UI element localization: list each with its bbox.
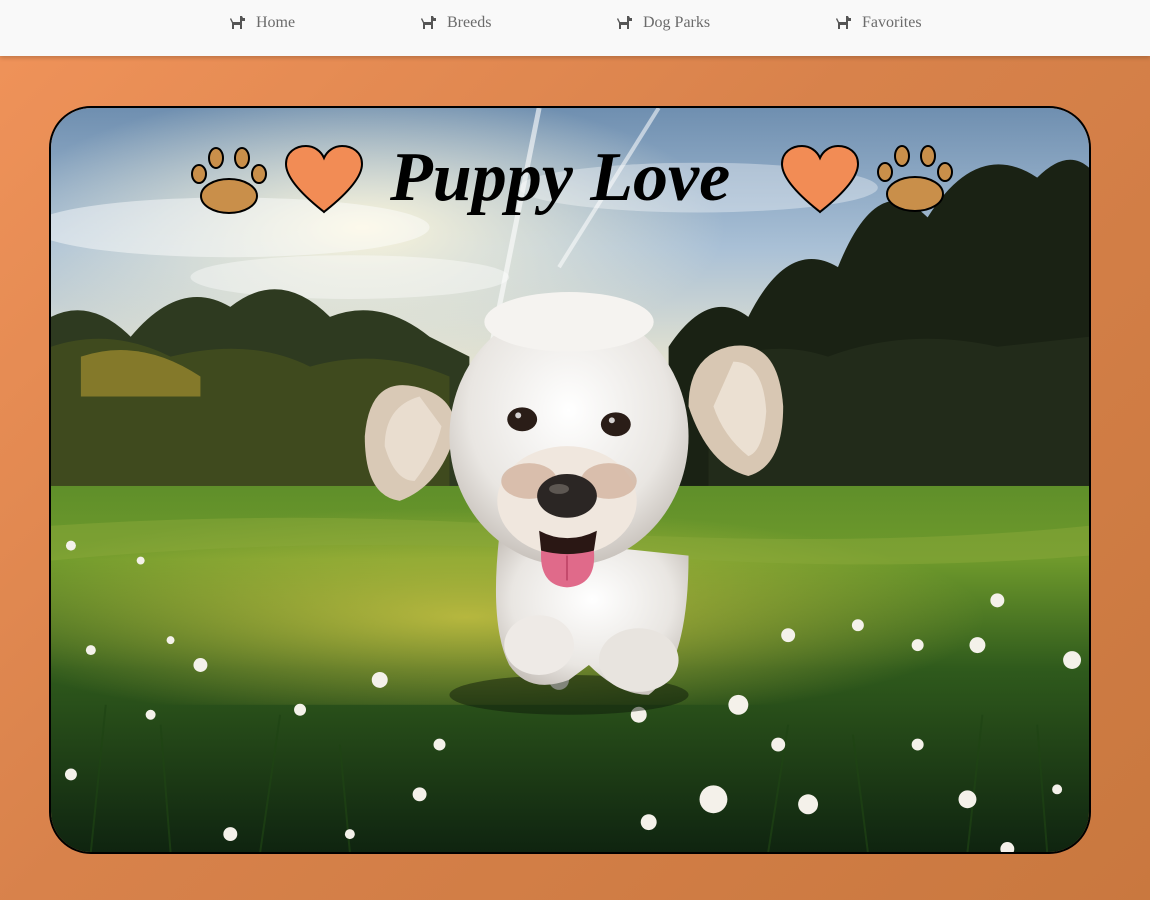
top-navbar: Home Breeds Dog Parks Favorites <box>0 0 1150 56</box>
nav-label-dog-parks: Dog Parks <box>643 14 711 31</box>
heart-icon <box>284 144 364 214</box>
dog-icon <box>836 16 851 29</box>
heart-icon <box>780 144 860 214</box>
dog-icon <box>230 16 245 29</box>
dog-icon <box>421 16 436 29</box>
nav-label-breeds: Breeds <box>447 14 492 31</box>
dog-icon <box>617 16 632 29</box>
nav-label-home: Home <box>256 14 296 31</box>
page-title: Puppy Love <box>390 139 731 216</box>
nav-link-favorites[interactable]: Favorites <box>835 13 922 33</box>
nav-link-breeds[interactable]: Breeds <box>420 13 491 33</box>
nav-link-home[interactable]: Home <box>229 13 295 33</box>
paw-icon <box>191 147 267 214</box>
nav-link-dog-parks[interactable]: Dog Parks <box>616 13 710 33</box>
paw-icon <box>877 145 953 212</box>
hero-banner: Puppy Love <box>49 106 1091 854</box>
nav-label-favorites: Favorites <box>862 14 922 31</box>
hero-title-row: Puppy Love <box>51 108 1089 228</box>
